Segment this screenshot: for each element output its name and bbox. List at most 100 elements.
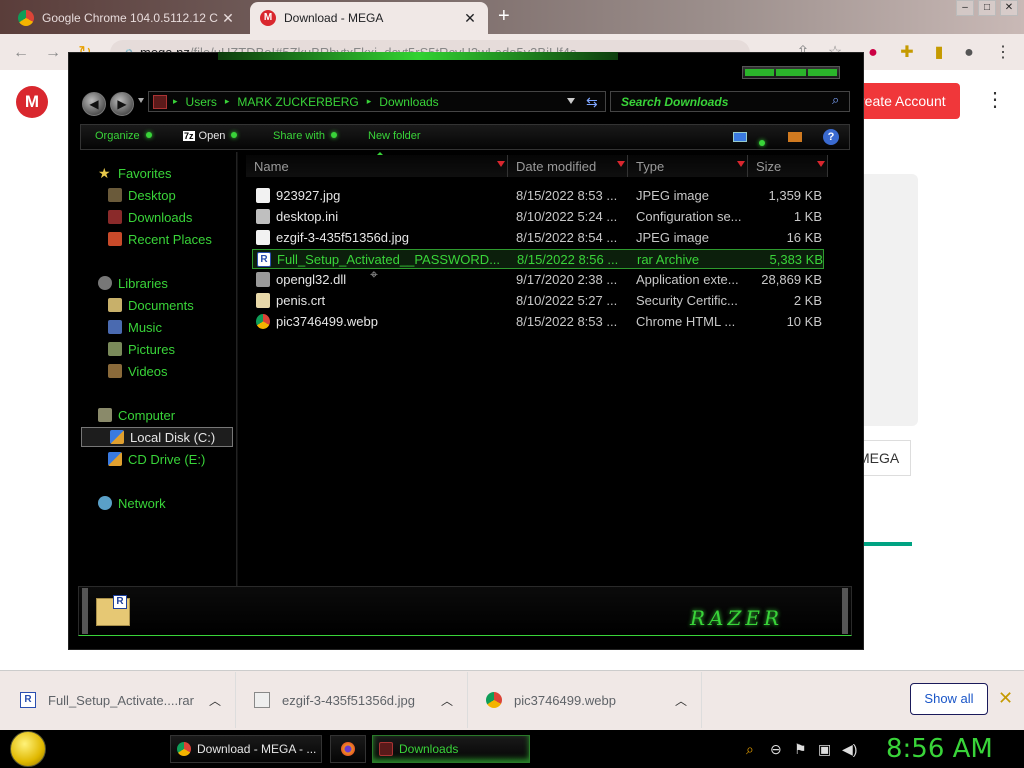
nav-label: Recent Places: [128, 231, 212, 247]
pane-splitter[interactable]: [236, 152, 238, 586]
volume-tray-icon[interactable]: ◀): [842, 741, 857, 758]
minus-tray-icon[interactable]: ⊖: [770, 741, 782, 758]
column-name[interactable]: Name: [246, 155, 508, 177]
close-tab-icon[interactable]: ✕: [220, 10, 236, 27]
tab-download-mega[interactable]: M Download - MEGA ✕: [250, 2, 488, 34]
crumb-users[interactable]: Users: [178, 95, 225, 109]
chrome-menu-icon[interactable]: ⋮: [992, 42, 1014, 64]
taskbar-clock[interactable]: 8:56 AM: [886, 734, 993, 764]
nav-videos[interactable]: Videos: [80, 361, 168, 381]
chevron-up-icon[interactable]: ︿: [203, 692, 227, 709]
folder-location-icon: [153, 94, 167, 109]
back-arrow-icon[interactable]: ←: [10, 42, 32, 64]
nav-libraries[interactable]: Libraries: [80, 273, 168, 293]
nav-downloads[interactable]: Downloads: [80, 207, 192, 227]
chrome-icon: [177, 742, 191, 756]
file-row[interactable]: pic3746499.webp 8/15/2022 8:53 ... Chrom…: [252, 312, 824, 332]
file-row[interactable]: opengl32.dll 9/17/2020 2:38 ... Applicat…: [252, 270, 824, 290]
new-tab-button[interactable]: +: [498, 6, 510, 26]
crumb-downloads[interactable]: Downloads: [371, 95, 446, 109]
file-name: penis.crt: [276, 293, 326, 308]
preview-pane-icon[interactable]: [788, 132, 802, 142]
nav-documents[interactable]: Documents: [80, 295, 194, 315]
mega-action-button[interactable]: MEGA: [857, 440, 911, 476]
taskbar-chrome-mega[interactable]: Download - MEGA - ...: [170, 735, 322, 763]
account-avatar-icon[interactable]: ●: [958, 42, 980, 64]
rar-archive-icon: R: [257, 252, 271, 267]
open-button[interactable]: 7z Open: [183, 130, 238, 142]
minimize-button[interactable]: –: [956, 0, 974, 16]
create-account-button[interactable]: reate Account: [850, 83, 960, 119]
close-window-button[interactable]: ✕: [1000, 0, 1018, 16]
nav-network[interactable]: Network: [80, 493, 166, 513]
file-row[interactable]: desktop.ini 8/10/2022 5:24 ... Configura…: [252, 207, 824, 227]
firefox-icon: [341, 742, 355, 756]
show-all-button[interactable]: Show all: [910, 683, 988, 715]
tab-chrome-version[interactable]: Google Chrome 104.0.5112.12 C ✕: [8, 2, 246, 34]
download-item[interactable]: pic3746499.webp ︿: [478, 672, 702, 728]
help-icon[interactable]: ?: [823, 129, 839, 145]
search-tray-icon[interactable]: ⌕: [746, 741, 754, 758]
download-item[interactable]: R Full_Setup_Activate....rar ︿: [12, 672, 236, 728]
profile-flag-icon[interactable]: ●: [862, 42, 884, 64]
file-row[interactable]: ezgif-3-435f51356d.jpg 8/15/2022 8:54 ..…: [252, 228, 824, 248]
nav-music[interactable]: Music: [80, 317, 162, 337]
file-row[interactable]: penis.crt 8/10/2022 5:27 ... Security Ce…: [252, 291, 824, 311]
dropdown-icon[interactable]: [737, 161, 745, 167]
column-header-row: Name Date modified Type Size: [240, 155, 856, 177]
nav-pictures[interactable]: Pictures: [80, 339, 175, 359]
recent-pages-icon[interactable]: [138, 98, 144, 103]
explorer-window-controls[interactable]: [742, 66, 840, 79]
chevron-up-icon[interactable]: ︿: [435, 692, 459, 709]
search-icon[interactable]: ⌕: [832, 92, 839, 108]
side-panel-icon[interactable]: ▮: [928, 42, 950, 64]
file-row-selected[interactable]: R Full_Setup_Activated__PASSWORD... 8/15…: [252, 249, 824, 269]
column-date-modified[interactable]: Date modified: [508, 155, 628, 177]
breadcrumb[interactable]: ▸ Users ▸ MARK ZUCKERBERG ▸ Downloads: [148, 91, 606, 112]
column-size[interactable]: Size: [748, 155, 828, 177]
chevron-up-icon[interactable]: ︿: [669, 692, 693, 709]
documents-icon: [108, 298, 122, 312]
nav-label: Videos: [128, 363, 168, 379]
forward-button[interactable]: ▶: [110, 92, 134, 116]
mega-favicon-icon: M: [260, 10, 276, 26]
extensions-puzzle-icon[interactable]: ✚: [896, 42, 918, 64]
nav-recent-places[interactable]: Recent Places: [80, 229, 212, 249]
drive-icon: [110, 430, 124, 444]
view-options-icon[interactable]: [733, 132, 747, 142]
dropdown-icon[interactable]: [497, 161, 505, 167]
desktop-icon: [108, 188, 122, 202]
crumb-user[interactable]: MARK ZUCKERBERG: [229, 95, 366, 109]
nav-cd-drive[interactable]: CD Drive (E:): [80, 449, 205, 469]
forward-arrow-icon[interactable]: →: [42, 42, 64, 64]
image-file-icon: [254, 692, 270, 708]
file-row[interactable]: 923927.jpg 8/15/2022 8:53 ... JPEG image…: [252, 186, 824, 206]
taskbar-downloads-explorer[interactable]: Downloads: [372, 735, 530, 763]
share-with-button[interactable]: Share with: [273, 130, 337, 142]
dropdown-icon[interactable]: [817, 161, 825, 167]
address-dropdown-icon[interactable]: [567, 98, 575, 104]
taskbar-firefox[interactable]: [330, 735, 366, 763]
flag-tray-icon[interactable]: ⚑: [794, 741, 807, 758]
back-button[interactable]: ◀: [82, 92, 106, 116]
nav-favorites[interactable]: ★ Favorites: [80, 163, 171, 183]
close-tab-icon[interactable]: ✕: [462, 10, 478, 27]
start-button[interactable]: [10, 731, 46, 767]
page-menu-icon[interactable]: ⋮: [985, 90, 1005, 110]
view-dropdown-icon[interactable]: [759, 134, 765, 152]
column-type[interactable]: Type: [628, 155, 748, 177]
nav-desktop[interactable]: Desktop: [80, 185, 176, 205]
network-tray-icon[interactable]: ▣: [818, 741, 831, 758]
search-input[interactable]: Search Downloads: [610, 91, 850, 112]
new-folder-button[interactable]: New folder: [368, 130, 421, 142]
close-shelf-icon[interactable]: ✕: [998, 688, 1013, 709]
refresh-icon[interactable]: ⇆: [586, 94, 598, 111]
nav-local-disk[interactable]: Local Disk (C:): [81, 427, 233, 447]
nav-computer[interactable]: Computer: [80, 405, 175, 425]
maximize-button[interactable]: □: [978, 0, 996, 16]
mega-logo[interactable]: M: [16, 86, 48, 118]
organize-button[interactable]: Organize: [95, 130, 152, 142]
dropdown-icon[interactable]: [617, 161, 625, 167]
nav-label: CD Drive (E:): [128, 451, 206, 467]
download-item[interactable]: ezgif-3-435f51356d.jpg ︿: [246, 672, 468, 728]
